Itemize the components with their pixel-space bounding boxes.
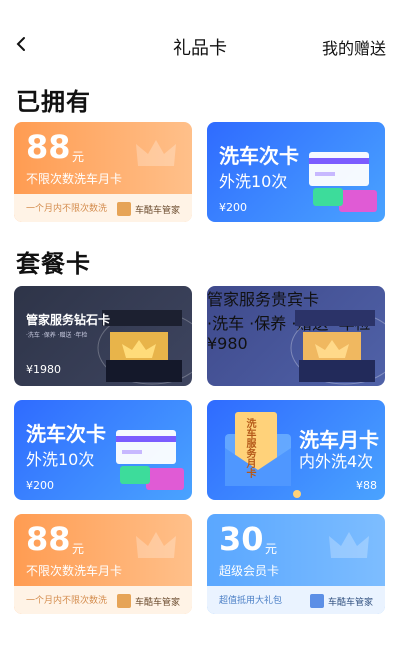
brand-badge: 车酷车管家 (116, 202, 180, 216)
brand-name: 车酷车管家 (134, 205, 180, 216)
card-desc: 超级会员卡 (219, 564, 280, 578)
crown-icon (329, 532, 369, 558)
section-packages-title: 套餐卡 (16, 250, 91, 278)
card-sub: 一个月内不限次数洗 (26, 596, 108, 606)
card-desc: 不限次数洗车月卡 (26, 172, 123, 186)
ticket-envelope-icon (225, 412, 301, 498)
card-subtitle: 外洗10次 (26, 450, 95, 469)
card-subtitle: 内外洗4次 (299, 452, 374, 471)
gift-card-super-member[interactable]: 30 元 超级会员卡 超值抵用大礼包 车酷车管家 (207, 514, 385, 614)
gift-box-icon (290, 310, 385, 385)
card-unit: 元 (72, 150, 85, 164)
brand-badge: 车酷车管家 (309, 594, 373, 608)
brand-name: 车酷车管家 (327, 597, 373, 608)
card-subtitle: 外洗10次 (219, 172, 288, 191)
brand-name: 车酷车管家 (134, 597, 180, 608)
nav-bar: 礼品卡 我的赠送 (0, 0, 400, 88)
card-price: ¥88 (356, 479, 377, 492)
gift-card-wash-count[interactable]: 洗车次卡 外洗10次 ¥200 (207, 122, 385, 222)
crown-icon (136, 532, 176, 558)
card-title: 洗车次卡 (219, 144, 299, 168)
gift-box-icon (97, 310, 192, 385)
crown-icon (136, 140, 176, 166)
card-price: ¥200 (26, 479, 54, 492)
gift-card-wash-count[interactable]: 洗车次卡 外洗10次 ¥200 (14, 400, 192, 500)
ticket-label: 洗车服务月卡 (244, 418, 255, 478)
card-stack-icon (309, 152, 377, 212)
brand-logo-icon (116, 594, 131, 608)
card-amount: 88 (26, 520, 71, 558)
card-unit: 元 (265, 542, 278, 556)
card-tags: ·洗车 ·保养 ·赠送 ·年检 (26, 332, 88, 339)
card-desc: 不限次数洗车月卡 (26, 564, 123, 578)
gift-card-wash-monthly[interactable]: 洗车服务月卡 洗车月卡 内外洗4次 ¥88 (207, 400, 385, 500)
card-title: 洗车次卡 (26, 422, 106, 446)
gift-card-monthly-unlimited[interactable]: 88 元 不限次数洗车月卡 一个月内不限次数洗 车酷车管家 (14, 514, 192, 614)
brand-logo-icon (116, 202, 131, 216)
card-title: 管家服务钻石卡 (26, 313, 111, 327)
card-sub: 超值抵用大礼包 (219, 596, 283, 606)
card-unit: 元 (72, 542, 85, 556)
card-sub: 一个月内不限次数洗 (26, 204, 108, 214)
card-amount: 30 (219, 520, 264, 558)
card-amount: 88 (26, 128, 71, 166)
gift-card-monthly-unlimited[interactable]: 88 元 不限次数洗车月卡 一个月内不限次数洗 车酷车管家 (14, 122, 192, 222)
brand-badge: 车酷车管家 (116, 594, 180, 608)
card-stack-icon (116, 430, 184, 490)
my-gifts-link[interactable]: 我的赠送 (322, 35, 386, 59)
section-owned-title: 已拥有 (16, 88, 91, 116)
card-price: ¥200 (219, 201, 247, 214)
card-price: ¥1980 (26, 363, 61, 376)
gift-card-diamond[interactable]: 管家服务钻石卡 ·洗车 ·保养 ·赠送 ·年检 ¥1980 (14, 286, 192, 386)
brand-logo-icon (309, 594, 324, 608)
gift-card-vip[interactable]: 管家服务贵宾卡 ·洗车 ·保养 ·赠送 ·年检 ¥980 (207, 286, 385, 386)
